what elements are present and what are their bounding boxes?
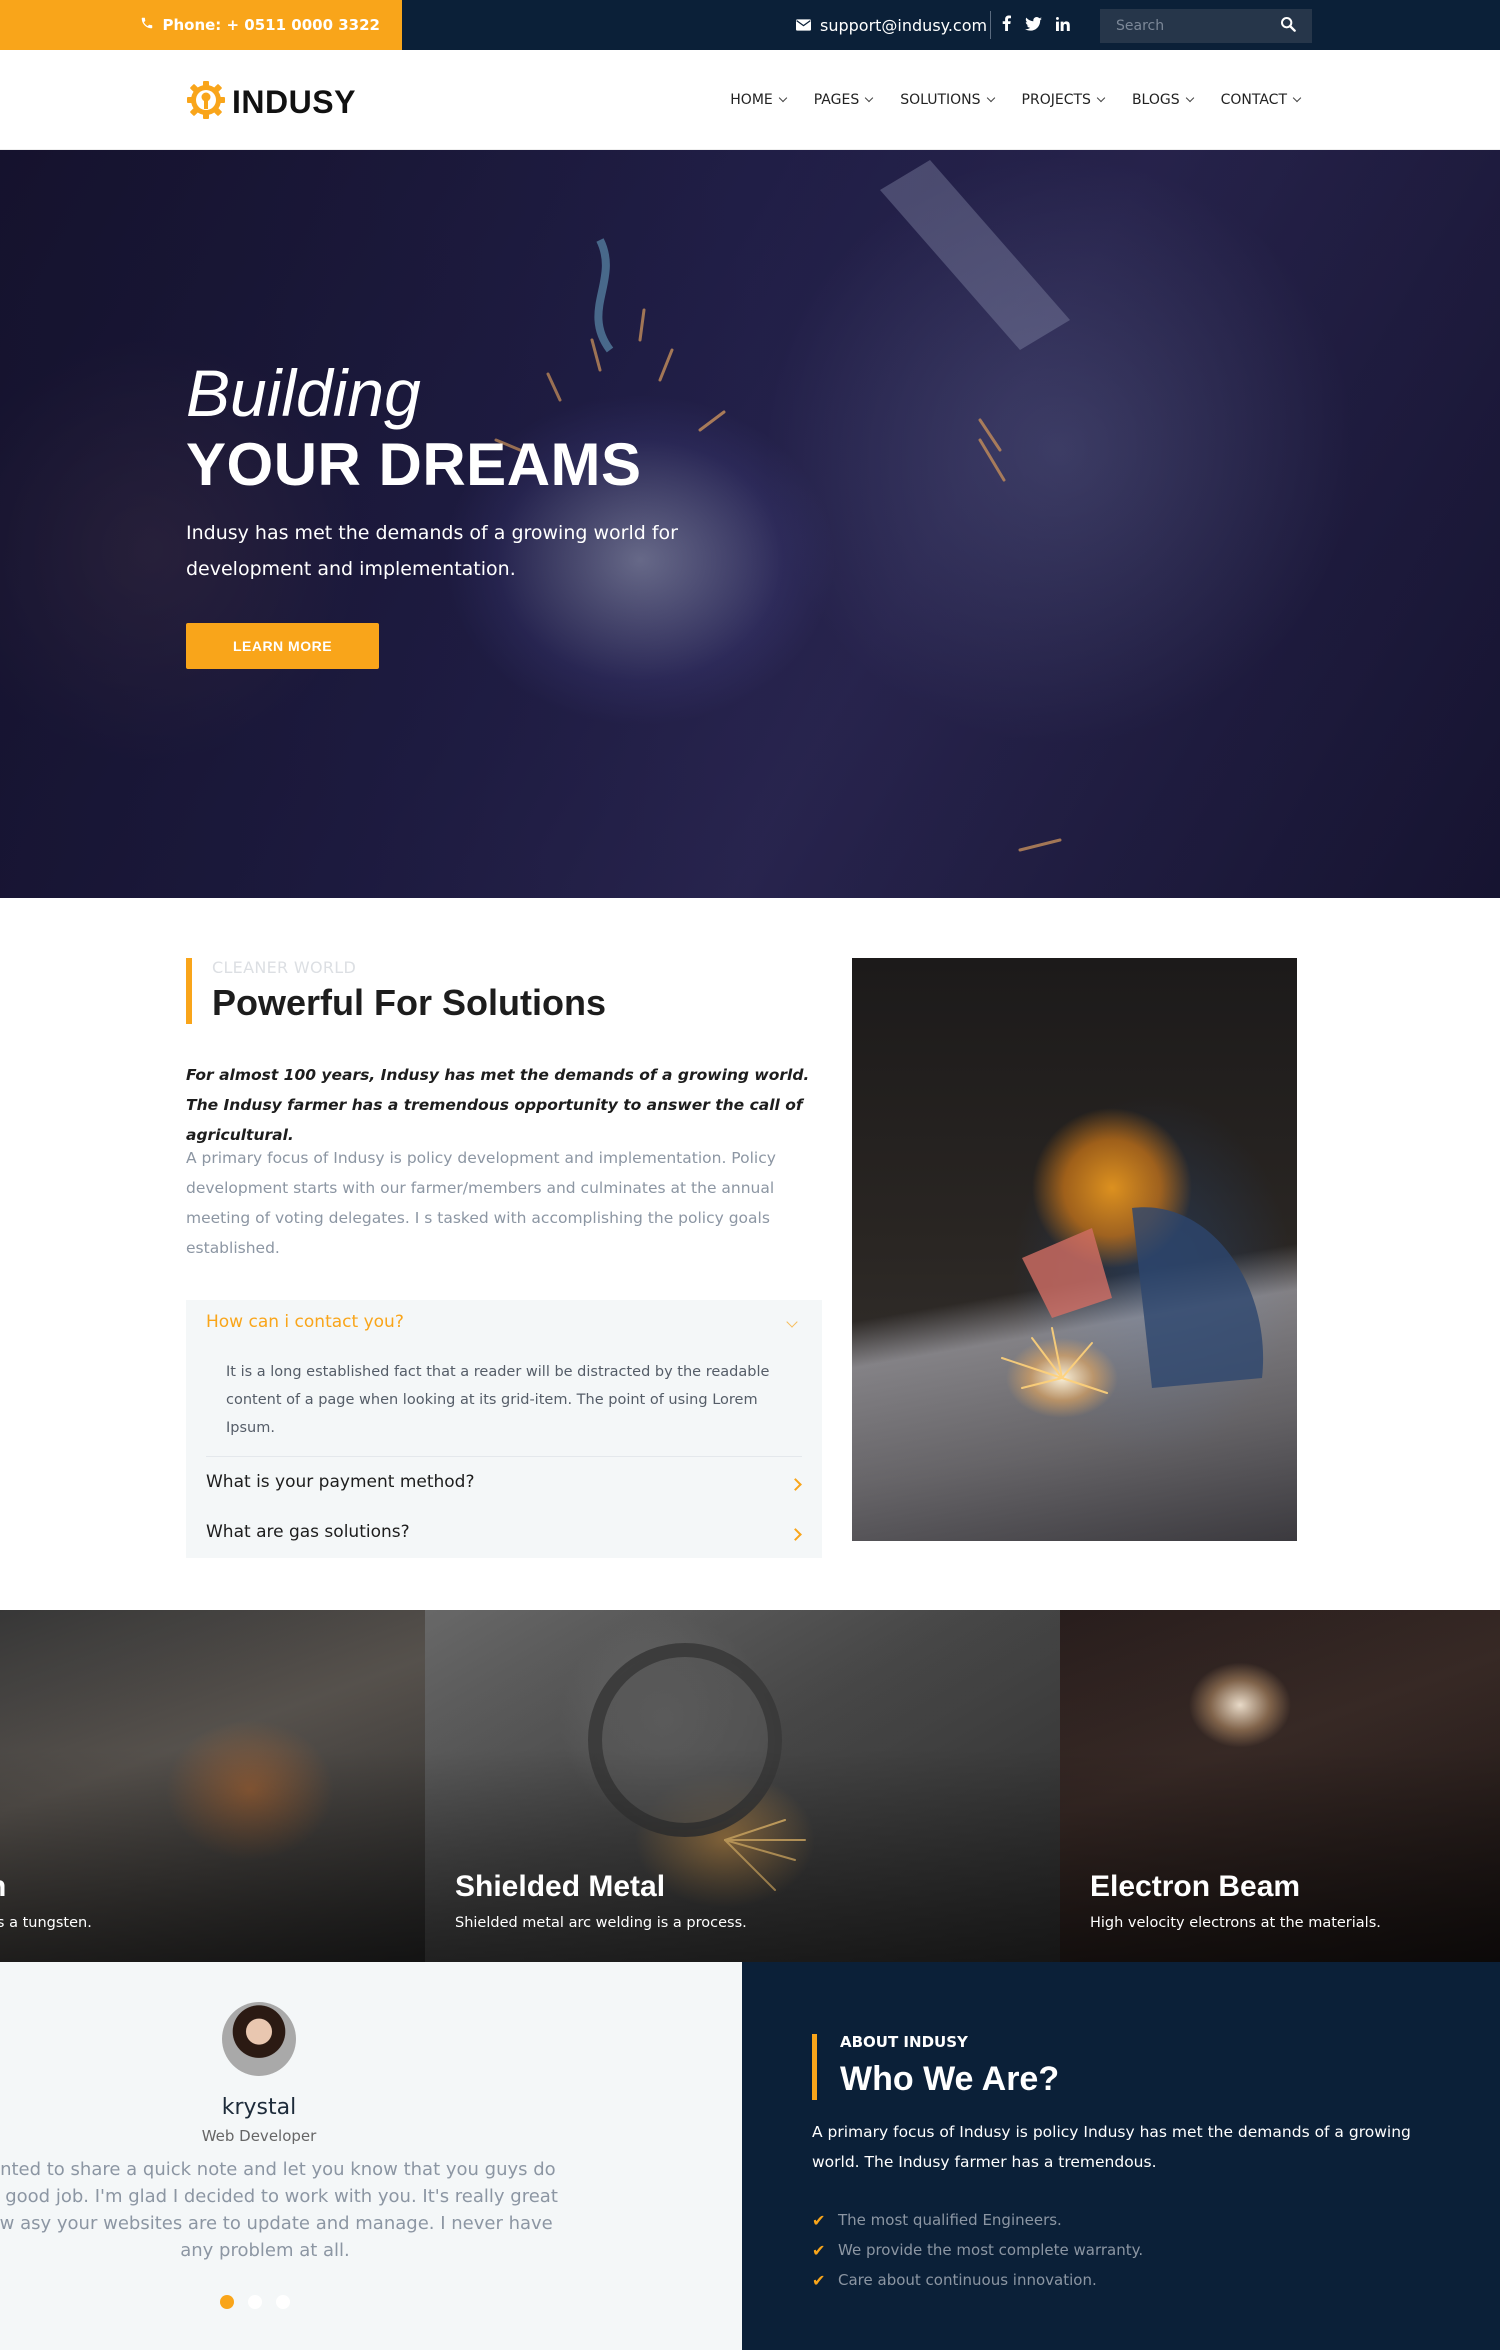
welder-photo — [852, 958, 1297, 1541]
divider — [206, 1456, 802, 1457]
search-input[interactable] — [1116, 18, 1266, 34]
gear-logo-icon — [186, 80, 226, 124]
gallery-tile[interactable]: Shielded Metal Shielded metal arc weldin… — [425, 1610, 1060, 1962]
list-item-text: The most qualified Engineers. — [838, 2211, 1062, 2229]
phone-icon — [140, 16, 154, 34]
twitter-icon[interactable] — [1025, 16, 1042, 35]
brand-name: INDUSY — [232, 83, 356, 120]
chevron-right-icon[interactable] — [789, 1528, 802, 1541]
nav-label: CONTACT — [1220, 92, 1287, 108]
carousel-dot[interactable] — [248, 2295, 262, 2309]
hero-banner: Building YOUR DREAMS Indusy has met the … — [0, 150, 1500, 898]
tile-subtitle: High velocity electrons at the materials… — [1090, 1915, 1381, 1931]
brand-logo[interactable]: INDUSY — [186, 80, 356, 124]
testimonial-section: krystal Web Developer wanted to share a … — [0, 1962, 742, 2350]
faq-question[interactable]: What is your payment method? — [206, 1472, 475, 1492]
tile-title: Electron Beam — [1090, 1870, 1301, 1903]
nav-label: PAGES — [813, 92, 860, 108]
chevron-down-icon — [1185, 93, 1194, 103]
list-item: ✔ We provide the most complete warranty. — [812, 2235, 1143, 2265]
nav-item-blogs[interactable]: BLOGS — [1131, 92, 1194, 108]
check-icon: ✔ — [812, 2210, 826, 2230]
section-accent-bar — [812, 2034, 817, 2100]
faq-question[interactable]: What are gas solutions? — [206, 1522, 410, 1542]
main-navbar: INDUSY HOME PAGES SOLUTIONS PROJECTS BLO… — [0, 50, 1500, 150]
tile-overlay — [425, 1610, 1060, 1962]
hero-title-italic: Building — [186, 356, 421, 430]
faq-accordion: How can i contact you? It is a long esta… — [186, 1300, 822, 1558]
nav-item-pages[interactable]: PAGES — [813, 92, 874, 108]
search-icon[interactable] — [1280, 16, 1296, 36]
faq-answer: It is a long established fact that a rea… — [226, 1364, 770, 1436]
section-accent-bar — [186, 958, 192, 1024]
chevron-down-icon — [986, 93, 995, 103]
tile-overlay — [0, 1610, 425, 1962]
nav-label: HOME — [730, 92, 773, 108]
hero-title-bold: YOUR DREAMS — [186, 431, 642, 498]
carousel-dot[interactable] — [276, 2295, 290, 2309]
top-bar: Phone: + 0511 0000 3322 support@indusy.c… — [0, 0, 1500, 50]
about-feature-list: ✔ The most qualified Engineers. ✔ We provi… — [812, 2205, 1143, 2295]
email-text: support@indusy.com — [820, 15, 988, 35]
nav-item-solutions[interactable]: SOLUTIONS — [900, 92, 995, 108]
check-icon: ✔ — [812, 2240, 826, 2260]
carousel-dots — [220, 2295, 290, 2309]
list-item-text: We provide the most complete warranty. — [838, 2241, 1144, 2259]
tile-title: Shielded Metal — [455, 1870, 666, 1903]
nav-label: SOLUTIONS — [900, 92, 981, 108]
facebook-icon[interactable] — [1002, 15, 1011, 35]
section-lead: For almost 100 years, Indusy has met the… — [186, 1066, 810, 1144]
envelope-icon — [796, 16, 811, 35]
nav-item-contact[interactable]: CONTACT — [1220, 92, 1302, 108]
chevron-down-icon[interactable] — [786, 1316, 798, 1328]
testimonial-quote: wanted to share a quick note and let you… — [0, 2159, 558, 2261]
learn-more-button[interactable]: LEARN MORE — [186, 623, 379, 669]
social-links — [1002, 0, 1070, 50]
gallery-tile[interactable]: n es a tungsten. — [0, 1610, 425, 1962]
check-icon: ✔ — [812, 2270, 826, 2290]
nav-menu: HOME PAGES SOLUTIONS PROJECTS BLOGS CONT… — [730, 50, 1302, 150]
tile-overlay — [1060, 1610, 1500, 1962]
chevron-down-icon — [1096, 93, 1106, 103]
avatar — [222, 2002, 296, 2076]
nav-item-projects[interactable]: PROJECTS — [1021, 92, 1106, 108]
tile-subtitle: es a tungsten. — [0, 1915, 92, 1931]
nav-label: BLOGS — [1131, 92, 1180, 108]
about-eyebrow: ABOUT INDUSY — [840, 2033, 968, 2051]
email-contact[interactable]: support@indusy.com — [796, 0, 987, 50]
chevron-right-icon[interactable] — [789, 1478, 802, 1491]
nav-label: PROJECTS — [1021, 92, 1091, 108]
carousel-dot-active[interactable] — [220, 2295, 234, 2309]
list-item: ✔ Care about continuous innovation. — [812, 2265, 1143, 2295]
search-box — [1100, 9, 1312, 43]
divider — [990, 11, 991, 39]
linkedin-icon[interactable] — [1056, 16, 1070, 35]
phone-text: Phone: + 0511 0000 3322 — [162, 16, 380, 34]
faq-question-open[interactable]: How can i contact you? — [206, 1312, 404, 1332]
testimonial-role: Web Developer — [201, 2127, 317, 2145]
chevron-down-icon — [1292, 93, 1302, 103]
chevron-down-icon — [778, 93, 787, 103]
list-item-text: Care about continuous innovation. — [838, 2271, 1097, 2289]
services-gallery: n es a tungsten. Shielded Metal Shielded… — [0, 1610, 1500, 1962]
section-eyebrow: CLEANER WORLD — [212, 958, 357, 977]
section-title: Powerful For Solutions — [212, 982, 606, 1023]
tile-subtitle: Shielded metal arc welding is a process. — [455, 1915, 747, 1931]
tile-title: n — [0, 1870, 6, 1904]
section-body: A primary focus of Indusy is policy deve… — [186, 1149, 776, 1257]
testimonial-name: krystal — [221, 2095, 297, 2120]
about-text: A primary focus of Indusy is policy Indu… — [812, 2123, 1411, 2171]
about-title: Who We Are? — [840, 2060, 1060, 2098]
list-item: ✔ The most qualified Engineers. — [812, 2205, 1143, 2235]
about-section: ABOUT INDUSY Who We Are? A primary focus… — [742, 1962, 1500, 2350]
chevron-down-icon — [864, 93, 874, 103]
hero-description: Indusy has met the demands of a growing … — [186, 522, 678, 580]
nav-item-home[interactable]: HOME — [730, 92, 787, 108]
phone-contact[interactable]: Phone: + 0511 0000 3322 — [0, 0, 402, 50]
gallery-tile[interactable]: Electron Beam High velocity electrons at… — [1060, 1610, 1500, 1962]
